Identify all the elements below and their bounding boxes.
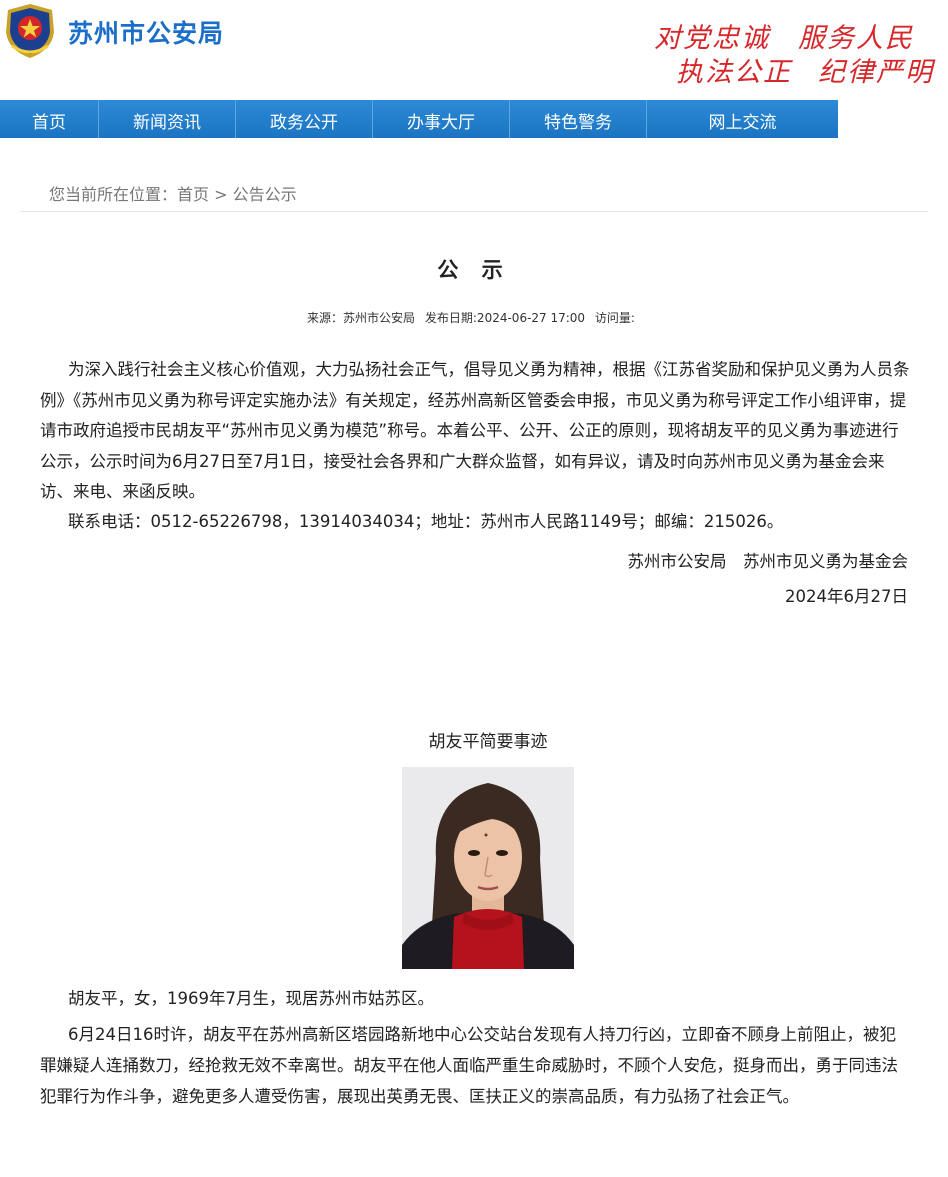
breadcrumb-bar: 您当前所在位置：首页 > 公告公示: [20, 166, 928, 212]
nav-item-featured-policing[interactable]: 特色警务: [510, 100, 647, 138]
main-nav: 首页 新闻资讯 政务公开 办事大厅 特色警务 网上交流: [0, 100, 838, 138]
article-source: 来源：苏州市公安局: [307, 311, 416, 325]
nav-item-government-affairs[interactable]: 政务公开: [236, 100, 373, 138]
deeds-paragraph: 6月24日16时许，胡友平在苏州高新区塔园路新地中心公交站台发现有人持刀行凶，立…: [40, 1025, 898, 1106]
nav-item-service-hall[interactable]: 办事大厅: [373, 100, 510, 138]
site-header: 苏州市公安局 对党忠诚 服务人民 执法公正 纪律严明: [0, 0, 948, 98]
nav-item-news[interactable]: 新闻资讯: [99, 100, 236, 138]
article-title: 公 示: [437, 258, 511, 282]
nav-item-online-exchange[interactable]: 网上交流: [647, 100, 838, 138]
portrait-photo: [402, 767, 574, 969]
announcement-paragraph: 为深入践行社会主义核心价值观，大力弘扬社会正气，倡导见义勇为精神，根据《江苏省奖…: [40, 360, 910, 501]
nav-item-home[interactable]: 首页: [0, 100, 99, 138]
police-emblem-icon[interactable]: [2, 2, 58, 60]
signature-date: 2024年6月27日: [785, 587, 908, 606]
article-meta: 来源：苏州市公安局 发布日期:2024-06-27 17:00 访问量:: [0, 309, 948, 326]
slogan-justice: 执法公正: [676, 57, 792, 88]
signature-organizations: 苏州市公安局 苏州市见义勇为基金会: [627, 552, 909, 571]
breadcrumb[interactable]: 您当前所在位置：首页 > 公告公示: [49, 181, 297, 205]
deeds-subtitle: 胡友平简要事迹: [428, 732, 548, 752]
contact-info: 联系电话：0512-65226798，13914034034；地址：苏州市人民路…: [68, 512, 784, 531]
article-date: 发布日期:2024-06-27 17:00: [424, 311, 586, 325]
bio-line: 胡友平，女，1969年7月生，现居苏州市姑苏区。: [68, 989, 434, 1008]
site-title[interactable]: 苏州市公安局: [68, 14, 224, 50]
article-views: 访问量:: [594, 311, 635, 325]
slogan-discipline: 纪律严明: [818, 57, 934, 88]
